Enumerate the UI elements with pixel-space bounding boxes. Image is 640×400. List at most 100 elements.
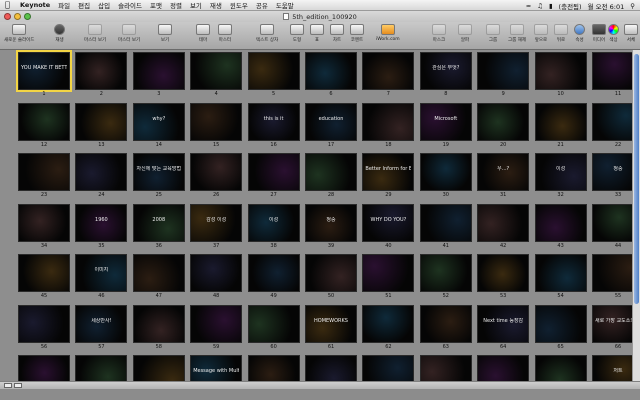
slide-thumbnail-68[interactable]: 68 bbox=[75, 355, 128, 381]
menu-edit[interactable]: 편집 bbox=[78, 0, 90, 10]
colors-button[interactable]: 색상 bbox=[608, 24, 619, 43]
slide-thumbnail-69[interactable]: 69 bbox=[132, 355, 185, 381]
menu-view[interactable]: 보기 bbox=[190, 0, 202, 10]
master-view-button[interactable]: 마스터 보기 bbox=[84, 24, 106, 43]
mask-button[interactable]: 마스크 bbox=[432, 24, 446, 43]
slide-thumbnail-46[interactable]: 이미지 46 bbox=[75, 254, 128, 304]
alpha-button[interactable]: 알파 bbox=[458, 24, 472, 43]
ungroup-button[interactable]: 그룹 해제 bbox=[508, 24, 526, 43]
shapes-button[interactable]: 도형 bbox=[290, 24, 304, 43]
slide-thumbnail-28[interactable]: 28 bbox=[305, 153, 357, 203]
master-view-button-2[interactable]: 마스터 보기 bbox=[118, 24, 140, 43]
slide-thumbnail-75[interactable]: 75 bbox=[477, 355, 530, 381]
iwork-button[interactable]: iWork.com bbox=[376, 24, 400, 42]
comment-button[interactable]: 코멘트 bbox=[350, 24, 364, 43]
bring-front-button[interactable]: 앞으로 bbox=[534, 24, 548, 43]
spotlight-icon[interactable]: ⚲ bbox=[630, 2, 635, 10]
slide-thumbnail-33[interactable]: 청중 33 bbox=[592, 153, 632, 203]
slide-thumbnail-20[interactable]: 20 bbox=[477, 102, 530, 153]
slide-thumbnail-72[interactable]: 72 bbox=[305, 355, 357, 381]
slide-thumbnail-30[interactable]: 30 bbox=[419, 153, 472, 203]
slide-thumbnail-55[interactable]: 55 bbox=[592, 254, 632, 304]
battery-icon[interactable]: ▮ bbox=[549, 2, 553, 10]
view-button[interactable]: 보기 bbox=[158, 24, 172, 43]
slide-thumbnail-63[interactable]: 63 bbox=[419, 304, 472, 355]
masters-button[interactable]: 마스터 bbox=[218, 24, 232, 43]
slide-thumbnail-45[interactable]: 45 bbox=[18, 254, 70, 304]
play-button[interactable]: 재생 bbox=[54, 24, 65, 43]
menu-insert[interactable]: 삽입 bbox=[98, 0, 110, 10]
slide-thumbnail-74[interactable]: 74 bbox=[419, 355, 472, 381]
slide-thumbnail-66[interactable]: 새로 가장 교도소의 편위 66 bbox=[592, 304, 632, 355]
slide-thumbnail-27[interactable]: 27 bbox=[247, 153, 300, 203]
fonts-button[interactable]: 서체 bbox=[624, 24, 638, 43]
slide-thumbnail-54[interactable]: 54 bbox=[534, 254, 587, 304]
slide-thumbnail-36[interactable]: 2008 36 bbox=[132, 203, 185, 254]
slide-size-button[interactable] bbox=[14, 383, 22, 388]
slide-thumbnail-64[interactable]: Next time 등장감 64 bbox=[477, 304, 530, 355]
slide-thumbnail-26[interactable]: 26 bbox=[190, 153, 243, 203]
slide-thumbnail-70[interactable]: Message with Multimedia70 bbox=[190, 355, 243, 381]
text-box-button[interactable]: 텍스트 상자 bbox=[256, 24, 278, 43]
slide-thumbnail-18[interactable]: 18 bbox=[362, 102, 415, 153]
slide-thumbnail-59[interactable]: 59 bbox=[190, 304, 243, 355]
slide-thumbnail-38[interactable]: 이성 38 bbox=[247, 203, 300, 254]
slide-thumbnail-53[interactable]: 53 bbox=[477, 254, 530, 304]
slide-thumbnail-71[interactable]: 71 bbox=[247, 355, 300, 381]
slide-thumbnail-16[interactable]: this is it 16 bbox=[247, 102, 300, 153]
apple-menu-icon[interactable]:  bbox=[5, 1, 12, 9]
slide-thumbnail-12[interactable]: 12 bbox=[18, 102, 70, 153]
slide-thumbnail-67[interactable]: 67 bbox=[18, 355, 70, 381]
vertical-scrollbar[interactable] bbox=[632, 50, 640, 381]
slide-thumbnail-31[interactable]: 우...? 31 bbox=[477, 153, 530, 203]
slide-thumbnail-21[interactable]: 21 bbox=[534, 102, 587, 153]
view-options-button[interactable] bbox=[4, 383, 12, 388]
minimize-button[interactable] bbox=[14, 13, 21, 20]
slide-thumbnail-14[interactable]: why? 14 bbox=[132, 102, 185, 153]
scrollbar-thumb[interactable] bbox=[634, 54, 639, 304]
volume-icon[interactable]: ♫ bbox=[537, 2, 543, 10]
slide-thumbnail-65[interactable]: 65 bbox=[534, 304, 587, 355]
menu-help[interactable]: 도움말 bbox=[276, 0, 294, 10]
slide-thumbnail-76[interactable]: 76 bbox=[534, 355, 587, 381]
slide-thumbnail-7[interactable]: 7 bbox=[362, 52, 415, 102]
slide-thumbnail-22[interactable]: 22 bbox=[592, 102, 632, 153]
zoom-button[interactable] bbox=[24, 13, 31, 20]
slide-thumbnail-23[interactable]: 23 bbox=[18, 153, 70, 203]
menu-format[interactable]: 포맷 bbox=[150, 0, 162, 10]
slide-thumbnail-77[interactable]: 저트77 bbox=[592, 355, 632, 381]
slide-thumbnail-3[interactable]: 3 bbox=[132, 52, 185, 102]
table-button[interactable]: 표 bbox=[310, 24, 324, 43]
chart-button[interactable]: 차트 bbox=[330, 24, 344, 43]
slide-thumbnail-9[interactable]: 9 bbox=[477, 52, 530, 102]
slide-thumbnail-4[interactable]: 4 bbox=[190, 52, 243, 102]
menu-file[interactable]: 파일 bbox=[58, 0, 70, 10]
slide-thumbnail-51[interactable]: 51 bbox=[362, 254, 415, 304]
close-button[interactable] bbox=[4, 13, 11, 20]
slide-thumbnail-40[interactable]: WHY DO YOU? 40 bbox=[362, 203, 415, 254]
slide-thumbnail-50[interactable]: 50 bbox=[305, 254, 357, 304]
slide-thumbnail-56[interactable]: 56 bbox=[18, 304, 70, 355]
slide-thumbnail-5[interactable]: 5 bbox=[247, 52, 300, 102]
menu-share[interactable]: 공유 bbox=[256, 0, 268, 10]
slide-thumbnail-43[interactable]: 43 bbox=[534, 203, 587, 254]
slide-thumbnail-32[interactable]: 이성 32 bbox=[534, 153, 587, 203]
slide-thumbnail-25[interactable]: 자신에 맞는 교육방법 25 bbox=[132, 153, 185, 203]
slide-thumbnail-39[interactable]: 청중 39 bbox=[305, 203, 357, 254]
media-button[interactable]: 미디어 bbox=[592, 24, 606, 43]
slide-thumbnail-11[interactable]: 11 bbox=[592, 52, 632, 102]
slide-thumbnail-10[interactable]: 10 bbox=[534, 52, 587, 102]
slide-thumbnail-37[interactable]: 감성 이성 37 bbox=[190, 203, 243, 254]
slide-thumbnail-24[interactable]: 24 bbox=[75, 153, 128, 203]
themes-button[interactable]: 테마 bbox=[196, 24, 210, 43]
slide-thumbnail-52[interactable]: 52 bbox=[419, 254, 472, 304]
new-slide-button[interactable]: 새로운 슬라이드 bbox=[4, 24, 34, 43]
slide-thumbnail-15[interactable]: 15 bbox=[190, 102, 243, 153]
slide-thumbnail-73[interactable]: 73 bbox=[362, 355, 415, 381]
slide-thumbnail-49[interactable]: 49 bbox=[247, 254, 300, 304]
slide-thumbnail-29[interactable]: Better Inform for Education 29 bbox=[362, 153, 415, 203]
slide-thumbnail-41[interactable]: 41 bbox=[419, 203, 472, 254]
slide-thumbnail-44[interactable]: 44 bbox=[592, 203, 632, 254]
slide-thumbnail-1[interactable]: YOU MAKE IT BETTER. 1 bbox=[16, 50, 72, 102]
slide-thumbnail-2[interactable]: 2 bbox=[75, 52, 128, 102]
